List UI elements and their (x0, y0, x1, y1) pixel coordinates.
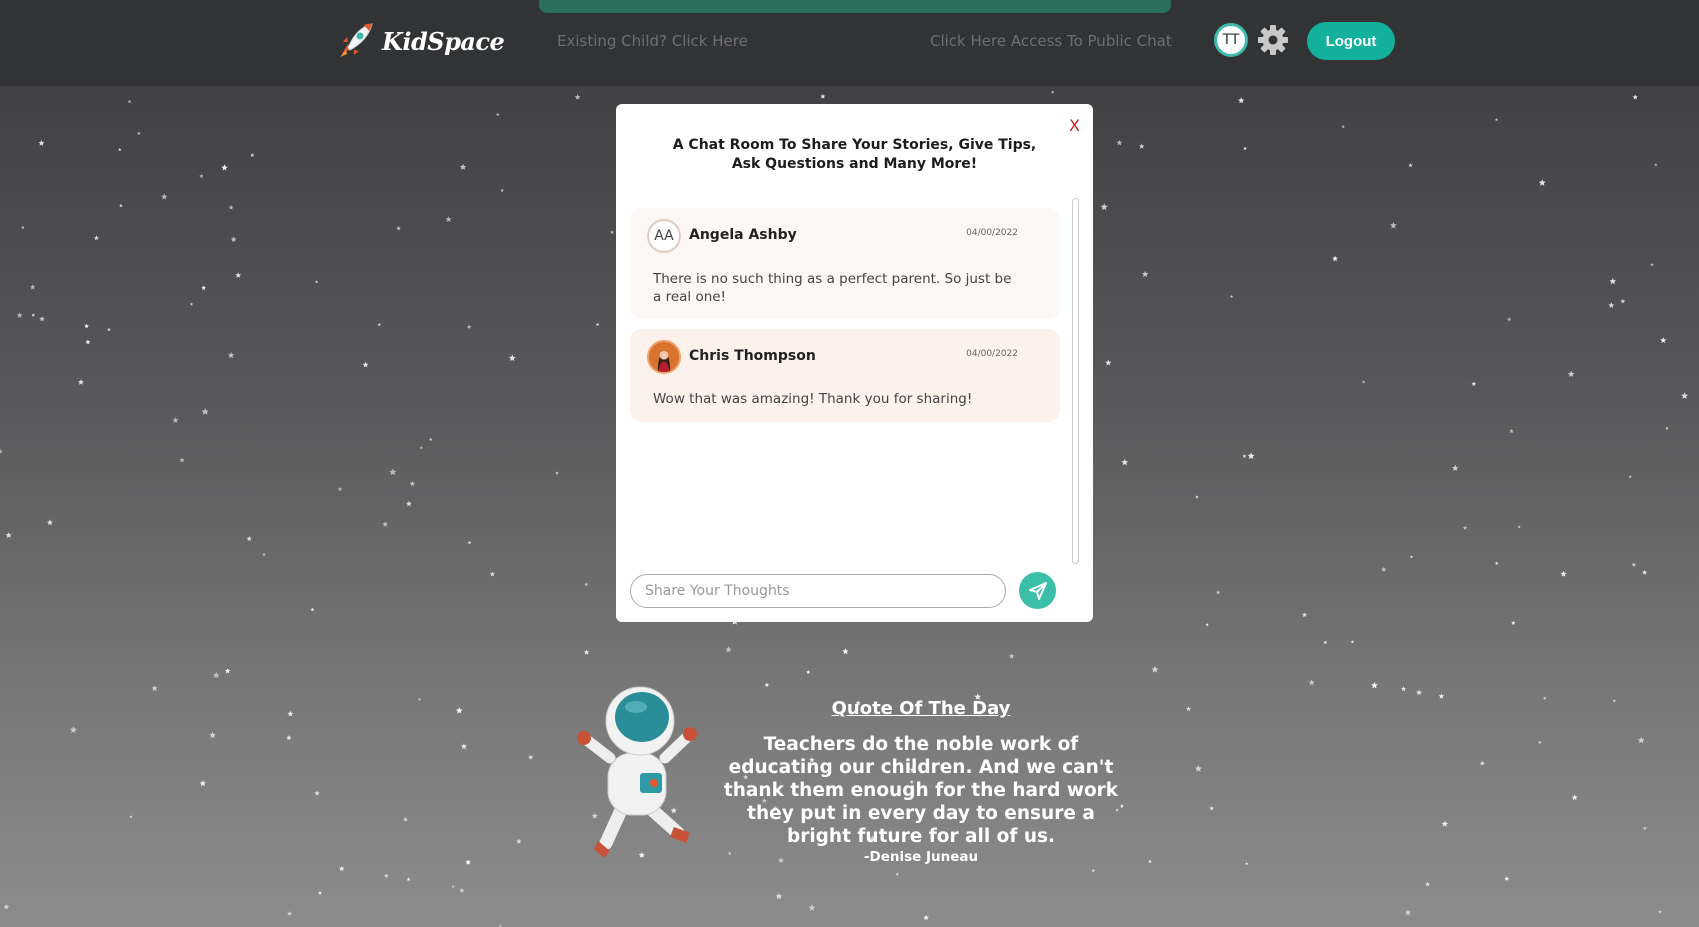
kidspace-logo[interactable]: KidSpace (334, 20, 505, 62)
send-icon (1028, 581, 1047, 600)
chat-message: Chris Thompson 04/00/2022 Wow that was a… (630, 329, 1060, 422)
quote-of-the-day: Quote Of The Day Teachers do the noble w… (718, 698, 1124, 865)
astronaut-illustration (577, 686, 697, 858)
author-photo-avatar (647, 340, 681, 374)
logout-button[interactable]: Logout (1307, 22, 1395, 60)
message-text: There is no such thing as a perfect pare… (653, 271, 1012, 305)
message-date: 04/00/2022 (966, 349, 1018, 359)
chat-message: AA Angela Ashby 04/00/2022 There is no s… (630, 208, 1060, 319)
message-scrollbar[interactable] (1072, 198, 1079, 564)
chat-room-modal: X A Chat Room To Share Your Stories, Giv… (616, 104, 1093, 622)
message-list[interactable]: AA Angela Ashby 04/00/2022 There is no s… (630, 208, 1060, 432)
user-avatar[interactable]: TT (1214, 23, 1248, 57)
public-chat-link[interactable]: Click Here Access To Public Chat (930, 32, 1172, 50)
gear-icon[interactable] (1257, 24, 1289, 56)
logo-text: KidSpace (382, 26, 505, 56)
chat-room-title: A Chat Room To Share Your Stories, Give … (672, 137, 1037, 172)
person-photo-icon (649, 342, 679, 372)
quote-heading: Quote Of The Day (831, 698, 1011, 719)
top-accent-strip (539, 0, 1171, 13)
share-thoughts-input[interactable] (630, 574, 1006, 608)
message-date: 04/00/2022 (966, 228, 1018, 238)
quote-author: -Denise Juneau (863, 849, 979, 865)
message-author: Angela Ashby (689, 227, 797, 243)
message-author: Chris Thompson (689, 348, 816, 364)
author-avatar: AA (647, 219, 681, 253)
rocket-icon (340, 23, 373, 57)
existing-child-link[interactable]: Existing Child? Click Here (557, 32, 748, 50)
send-button[interactable] (1019, 572, 1056, 609)
close-modal-button[interactable]: X (1069, 116, 1080, 135)
message-text: Wow that was amazing! Thank you for shar… (653, 391, 973, 407)
quote-text: Teachers do the noble work of educating … (723, 734, 1119, 847)
